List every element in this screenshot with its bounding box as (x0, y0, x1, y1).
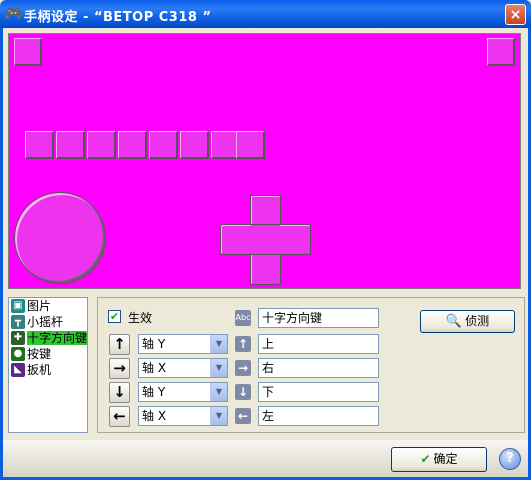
chevron-down-icon[interactable]: ▼ (210, 359, 227, 377)
list-item-joystick[interactable]: ┳ 小摇杆 (9, 314, 87, 330)
arrow-left-button[interactable]: ← (109, 406, 130, 427)
face-button[interactable] (149, 131, 178, 159)
enabled-checkbox[interactable]: ✔ (108, 310, 121, 323)
button-icon: ● (11, 347, 25, 361)
ok-button[interactable]: ✔ 确定 (391, 447, 487, 472)
face-button[interactable] (236, 131, 265, 159)
checkmark-icon: ✔ (420, 452, 431, 466)
abc-icon: Abc (235, 310, 251, 326)
gamepad-preview (8, 33, 521, 289)
direction-right-field[interactable]: 右 (258, 358, 379, 378)
settings-panel: ✔ 生效 Abc 十字方向键 🔍 侦测 ↑ 轴 Y ▼ ↑ 上 → 轴 X ▼ →… (97, 297, 525, 433)
face-button[interactable] (180, 131, 209, 159)
help-icon[interactable]: ? (499, 448, 521, 470)
left-shoulder-button[interactable] (14, 38, 42, 66)
analog-stick[interactable] (14, 192, 106, 284)
detect-button[interactable]: 🔍 侦测 (420, 310, 515, 333)
face-button[interactable] (25, 131, 54, 159)
direction-up-icon: ↑ (235, 336, 251, 352)
direction-left-field[interactable]: 左 (258, 406, 379, 426)
close-button[interactable]: × (505, 4, 526, 25)
face-button[interactable] (87, 131, 116, 159)
dpad-center (251, 225, 280, 254)
window-title: 手柄设定 - “BETOP C318 ” (24, 10, 212, 25)
magnifier-icon: 🔍 (445, 314, 463, 329)
title-bar[interactable]: 🎮 手柄设定 - “BETOP C318 ” × (0, 0, 531, 28)
list-item-picture[interactable]: ▣ 图片 (9, 298, 87, 314)
joystick-icon: ┳ (11, 315, 25, 329)
direction-left-icon: ← (235, 408, 251, 424)
axis-select-right[interactable]: 轴 X ▼ (138, 358, 228, 378)
axis-select-left[interactable]: 轴 X ▼ (138, 406, 228, 426)
chevron-down-icon[interactable]: ▼ (210, 335, 227, 353)
chevron-down-icon[interactable]: ▼ (210, 383, 227, 401)
direction-up-field[interactable]: 上 (258, 334, 379, 354)
direction-right-icon: → (235, 360, 251, 376)
trigger-icon: ◣ (11, 363, 25, 377)
right-shoulder-button[interactable] (487, 38, 515, 66)
dpad-icon: ✚ (11, 331, 25, 345)
arrow-up-button[interactable]: ↑ (109, 334, 130, 355)
gamepad-icon: 🎮 (5, 6, 23, 22)
picture-icon: ▣ (11, 299, 25, 313)
name-field[interactable]: 十字方向键 (258, 308, 379, 328)
enabled-label: 生效 (128, 311, 153, 325)
face-button[interactable] (118, 131, 147, 159)
list-item-dpad[interactable]: ✚ 十字方向键 (9, 330, 87, 346)
direction-down-icon: ↓ (235, 384, 251, 400)
category-list[interactable]: ▣ 图片 ┳ 小摇杆 ✚ 十字方向键 ● 按键 ◣ 扳机 (8, 297, 88, 433)
arrow-right-button[interactable]: → (109, 358, 130, 379)
list-item-trigger[interactable]: ◣ 扳机 (9, 362, 87, 378)
axis-select-up[interactable]: 轴 Y ▼ (138, 334, 228, 354)
list-item-buttons[interactable]: ● 按键 (9, 346, 87, 362)
arrow-down-button[interactable]: ↓ (109, 382, 130, 403)
axis-select-down[interactable]: 轴 Y ▼ (138, 382, 228, 402)
chevron-down-icon[interactable]: ▼ (210, 407, 227, 425)
face-button[interactable] (56, 131, 85, 159)
direction-down-field[interactable]: 下 (258, 382, 379, 402)
